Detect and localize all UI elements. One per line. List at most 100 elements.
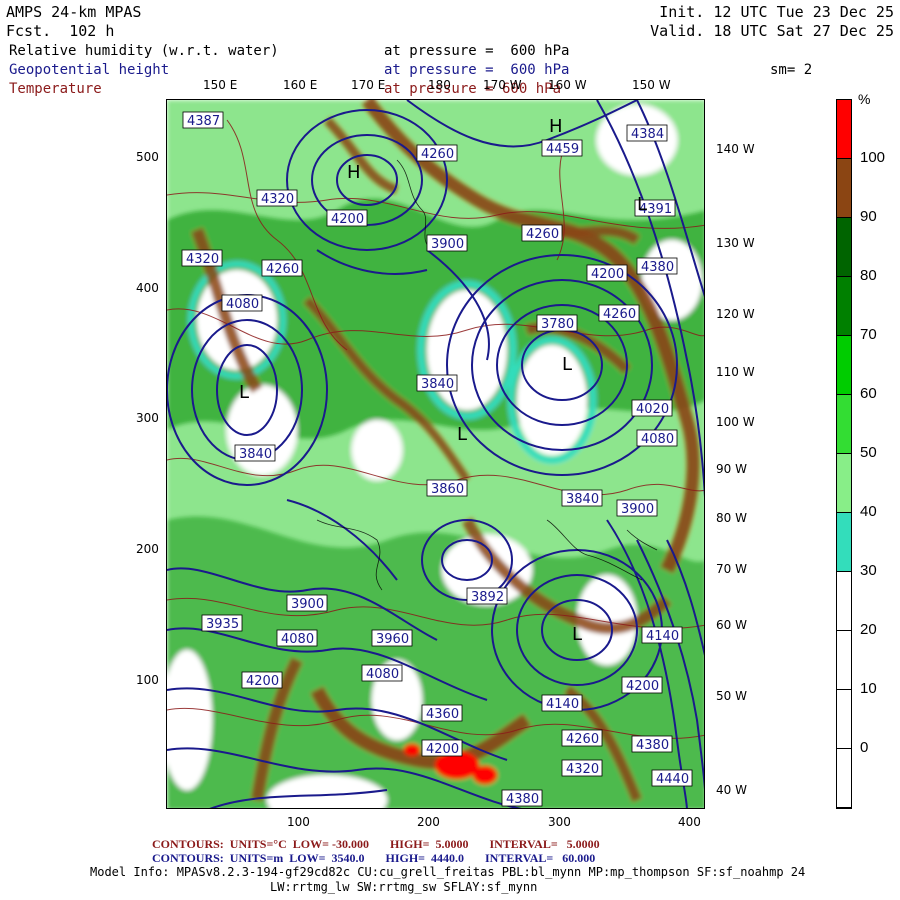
height-label-box: 3780 xyxy=(536,314,578,332)
right-lon-label: 50 W xyxy=(716,689,747,703)
height-label-box: 3840 xyxy=(561,489,603,507)
svg-text:4440: 4440 xyxy=(656,772,689,787)
model-title: AMPS 24-km MPAS xyxy=(6,3,142,21)
right-lon-label: 130 W xyxy=(716,236,755,250)
height-label-box: 4200 xyxy=(586,264,628,282)
right-lon-label: 140 W xyxy=(716,142,755,156)
field-temp-name: Temperature xyxy=(9,81,102,97)
svg-text:4140: 4140 xyxy=(546,697,579,712)
height-label-box: 4320 xyxy=(181,249,223,267)
colorbar-segment xyxy=(837,100,851,159)
svg-text:4200: 4200 xyxy=(331,212,364,227)
height-label-box: 4320 xyxy=(256,189,298,207)
svg-text:4200: 4200 xyxy=(246,674,279,689)
height-label-box: 3840 xyxy=(416,374,458,392)
height-label-box: 4380 xyxy=(631,735,673,753)
height-label-box: 3900 xyxy=(616,499,658,517)
colorbar-segment xyxy=(837,454,851,513)
init-time: Init. 12 UTC Tue 23 Dec 25 xyxy=(659,3,894,21)
x-tick-label: 200 xyxy=(417,815,440,829)
temp-contour-info: CONTOURS: UNITS=°C LOW= -30.000 HIGH= 5.… xyxy=(152,837,600,851)
colorbar-segment xyxy=(837,277,851,336)
height-label-box: 3960 xyxy=(371,629,413,647)
svg-text:4200: 4200 xyxy=(626,679,659,694)
svg-text:4260: 4260 xyxy=(603,307,636,322)
svg-text:4260: 4260 xyxy=(566,732,599,747)
svg-text:4080: 4080 xyxy=(226,297,259,312)
colorbar-label: 20 xyxy=(860,621,877,638)
y-tick-label: 300 xyxy=(136,411,159,425)
svg-text:3840: 3840 xyxy=(239,447,272,462)
height-label-box: 4380 xyxy=(501,789,543,807)
right-lon-label: 60 W xyxy=(716,618,747,632)
forecast-hour: Fcst. 102 h xyxy=(6,22,115,40)
colorbar-label: 10 xyxy=(860,680,877,697)
height-label-box: 4387 xyxy=(182,111,224,129)
top-lon-label: 160 W xyxy=(548,78,587,92)
field-height-name: Geopotential height xyxy=(9,62,170,78)
svg-text:4200: 4200 xyxy=(591,267,624,282)
x-tick-label: 100 xyxy=(287,815,310,829)
svg-text:3860: 3860 xyxy=(431,482,464,497)
height-label-box: 3935 xyxy=(201,614,243,632)
field-height-level: at pressure = 600 hPa xyxy=(384,62,570,78)
colorbar-segment xyxy=(837,395,851,454)
svg-text:4080: 4080 xyxy=(366,667,399,682)
height-contour-info: CONTOURS: UNITS=m LOW= 3540.0 HIGH= 4440… xyxy=(152,851,596,865)
y-tick-label: 400 xyxy=(136,281,159,295)
height-label-box: 4380 xyxy=(636,257,678,275)
height-label-box: 4020 xyxy=(631,399,673,417)
colorbar-label: 60 xyxy=(860,385,877,402)
top-lon-label: 160 E xyxy=(283,78,318,92)
colorbar-label: 30 xyxy=(860,562,877,579)
height-label-box: 4260 xyxy=(598,304,640,322)
height-label-box: 4140 xyxy=(541,694,583,712)
height-label-box: 4080 xyxy=(361,664,403,682)
height-label-box: 4459 xyxy=(541,139,583,157)
colorbar-segment xyxy=(837,690,851,749)
model-info-line-2: LW:rrtmg_lw SW:rrtmg_sw SFLAY:sf_mynn xyxy=(270,880,538,894)
svg-text:3892: 3892 xyxy=(471,590,504,605)
model-info-line-1: Model Info: MPASv8.2.3-194-gf29cd82c CU:… xyxy=(90,865,806,879)
weather-map-canvas: 4387 4384 4391 4459 4320 4200 4260 4320 … xyxy=(167,100,704,808)
x-tick-label: 300 xyxy=(548,815,571,829)
y-tick-label: 100 xyxy=(136,673,159,687)
right-lon-label: 40 W xyxy=(716,783,747,797)
svg-text:3900: 3900 xyxy=(431,237,464,252)
low-centre-mark: L xyxy=(239,382,249,403)
field-rh-name: Relative humidity (w.r.t. water) xyxy=(9,43,279,59)
height-label-box: 4080 xyxy=(221,294,263,312)
height-label-box: 4260 xyxy=(261,259,303,277)
svg-text:4380: 4380 xyxy=(636,738,669,753)
y-tick-label: 500 xyxy=(136,150,159,164)
x-tick-label: 400 xyxy=(678,815,701,829)
svg-text:3840: 3840 xyxy=(566,492,599,507)
svg-text:4380: 4380 xyxy=(506,792,539,807)
height-label-box: 3840 xyxy=(234,444,276,462)
top-lon-label: 150 E xyxy=(203,78,238,92)
colorbar-label: 50 xyxy=(860,444,877,461)
height-label-box: 4260 xyxy=(561,729,603,747)
weather-map: 4387 4384 4391 4459 4320 4200 4260 4320 … xyxy=(166,99,705,809)
colorbar-unit: % xyxy=(858,91,871,107)
low-centre-mark: L xyxy=(457,424,467,445)
svg-text:3960: 3960 xyxy=(376,632,409,647)
svg-text:4260: 4260 xyxy=(526,227,559,242)
svg-text:3935: 3935 xyxy=(206,617,239,632)
svg-text:4380: 4380 xyxy=(641,260,674,275)
top-lon-label: 170 E xyxy=(351,78,386,92)
height-label-box: 3900 xyxy=(426,234,468,252)
svg-text:4260: 4260 xyxy=(266,262,299,277)
svg-text:4384: 4384 xyxy=(631,127,664,142)
right-lon-label: 80 W xyxy=(716,511,747,525)
colorbar-segment xyxy=(837,159,851,218)
high-centre-mark: H xyxy=(549,116,563,137)
colorbar-segment xyxy=(837,572,851,631)
right-lon-label: 100 W xyxy=(716,415,755,429)
height-label-box: 3900 xyxy=(286,594,328,612)
colorbar-segment xyxy=(837,749,851,808)
colorbar-segment xyxy=(837,513,851,572)
right-lon-label: 110 W xyxy=(716,365,755,379)
colorbar-segment xyxy=(837,336,851,395)
height-label-box: 4140 xyxy=(641,626,683,644)
